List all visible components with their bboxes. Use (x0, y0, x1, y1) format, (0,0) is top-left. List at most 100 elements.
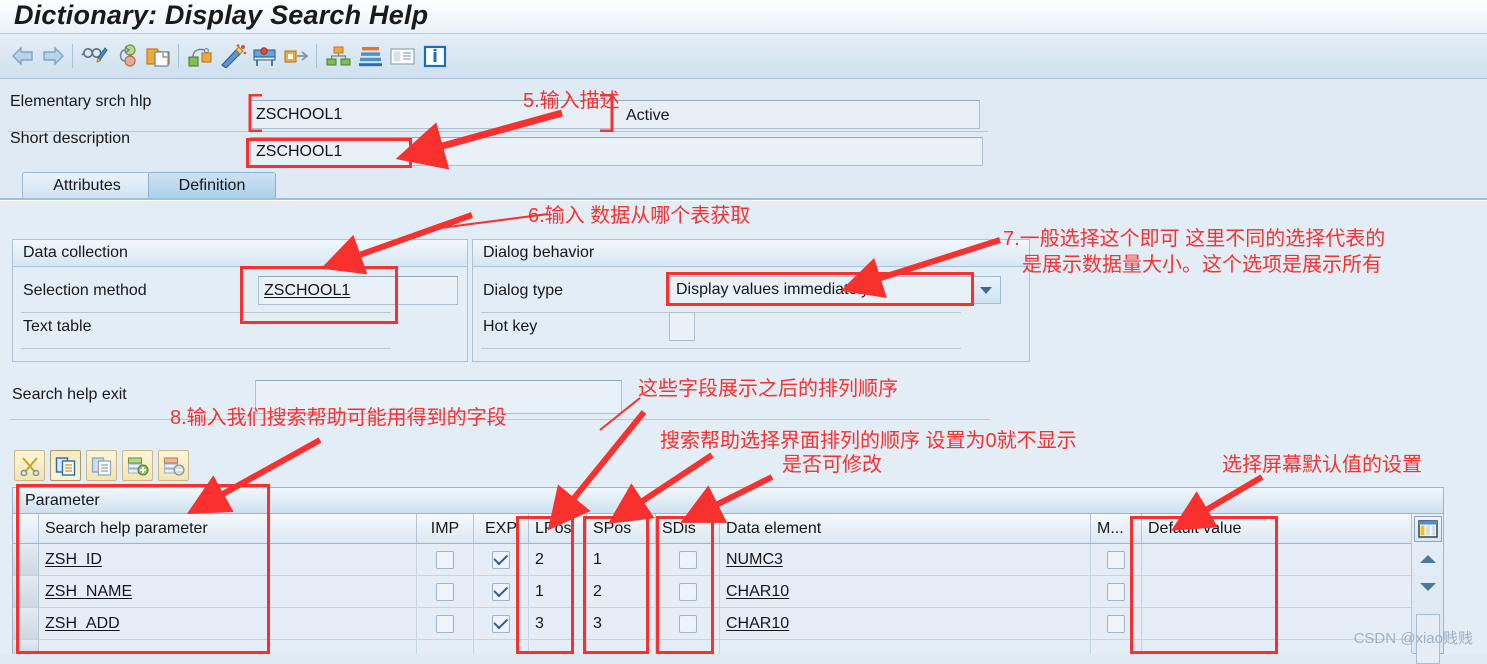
row-select-button[interactable] (13, 576, 39, 607)
column-header-default-value[interactable]: Default value (1142, 514, 1413, 543)
sdis-checkbox[interactable] (678, 614, 697, 633)
hot-key-input[interactable] (669, 312, 695, 341)
append-icon[interactable] (356, 41, 386, 71)
cell-default-value[interactable] (1142, 544, 1413, 575)
cell-imp[interactable] (417, 640, 474, 654)
cell-spos[interactable] (587, 640, 656, 654)
tab-attributes-label: Attributes (53, 177, 121, 194)
column-header-exp[interactable]: EXP (474, 514, 529, 543)
cell-spos[interactable]: 2 (587, 576, 656, 607)
delete-row-button[interactable] (158, 450, 189, 481)
cut-button[interactable] (14, 450, 45, 481)
documentation-icon[interactable] (388, 41, 418, 71)
cell-m[interactable] (1091, 544, 1142, 575)
copy-button[interactable] (50, 450, 81, 481)
cell-exp[interactable] (474, 576, 529, 607)
column-header-sdis[interactable]: SDis (656, 514, 720, 543)
cell-exp[interactable] (474, 608, 529, 639)
cell-imp[interactable] (417, 576, 474, 607)
forward-arrow-icon[interactable] (38, 41, 68, 71)
scroll-down-icon (1420, 583, 1436, 591)
where-used-list-icon[interactable] (112, 41, 142, 71)
cell-search-help-parameter[interactable]: ZSH_ID (39, 544, 417, 575)
row-select-button[interactable] (13, 608, 39, 639)
sdis-checkbox[interactable] (678, 550, 697, 569)
cell-exp[interactable] (474, 640, 529, 654)
cell-sdis[interactable] (656, 640, 720, 654)
cell-lpos[interactable] (529, 640, 587, 654)
dialog-type-value: Display values immediately (676, 281, 869, 298)
cell-search-help-parameter[interactable]: ZSH_ADD (39, 608, 417, 639)
information-icon[interactable] (420, 41, 450, 71)
cell-imp[interactable] (417, 608, 474, 639)
check-icon[interactable] (218, 41, 248, 71)
cell-m[interactable] (1091, 608, 1142, 639)
table-row: ZSH_ID 2 1 NUMC3 (13, 544, 1443, 576)
cell-search-help-parameter[interactable] (39, 640, 417, 654)
search-help-exit-input[interactable] (255, 380, 622, 414)
column-header-search-help-parameter[interactable]: Search help parameter (39, 514, 417, 543)
cell-exp[interactable] (474, 544, 529, 575)
column-select-all[interactable] (13, 514, 39, 543)
test-icon[interactable] (250, 41, 280, 71)
cell-sdis[interactable] (656, 608, 720, 639)
display-change-icon[interactable] (80, 41, 110, 71)
exp-checkbox[interactable] (492, 550, 510, 569)
m-checkbox[interactable] (1107, 614, 1125, 633)
elementary-srch-hlp-input[interactable]: ZSCHOOL1 (250, 100, 980, 129)
cell-m[interactable] (1091, 576, 1142, 607)
cell-data-element[interactable]: CHAR10 (720, 608, 1091, 639)
row-select-button[interactable] (13, 544, 39, 575)
cell-m[interactable] (1091, 640, 1142, 654)
activate-icon[interactable] (186, 41, 216, 71)
dialog-type-combo[interactable]: Display values immediately (669, 276, 972, 304)
search-help-exit-label: Search help exit (12, 386, 127, 403)
selection-method-input[interactable]: ZSCHOOL1 (258, 276, 458, 305)
scroll-up-button[interactable] (1414, 546, 1442, 572)
m-checkbox[interactable] (1107, 582, 1125, 601)
cell-data-element[interactable]: NUMC3 (720, 544, 1091, 575)
cell-data-element[interactable] (720, 640, 1091, 654)
column-header-imp[interactable]: IMP (417, 514, 474, 543)
search-help-exit-divider (10, 419, 990, 420)
dialog-type-dropdown-button[interactable] (971, 276, 1001, 304)
table-settings-button[interactable] (1414, 516, 1442, 542)
m-checkbox[interactable] (1107, 550, 1125, 569)
selection-method-value: ZSCHOOL1 (264, 281, 351, 299)
column-header-spos[interactable]: SPos (587, 514, 656, 543)
imp-checkbox[interactable] (436, 614, 454, 633)
table-row: ZSH_NAME 1 2 CHAR10 (13, 576, 1443, 608)
cell-data-element[interactable]: CHAR10 (720, 576, 1091, 607)
exp-checkbox[interactable] (492, 582, 510, 601)
imp-checkbox[interactable] (436, 550, 454, 569)
cell-imp[interactable] (417, 544, 474, 575)
back-arrow-icon[interactable] (8, 41, 38, 71)
insert-row-button[interactable] (122, 450, 153, 481)
column-header-m[interactable]: M... (1091, 514, 1142, 543)
cell-spos[interactable]: 3 (587, 608, 656, 639)
imp-checkbox[interactable] (436, 582, 454, 601)
copy-object-icon[interactable] (144, 41, 174, 71)
runtime-object-icon[interactable] (282, 41, 312, 71)
column-header-data-element[interactable]: Data element (720, 514, 1091, 543)
sdis-checkbox[interactable] (678, 582, 697, 601)
exp-checkbox[interactable] (492, 614, 510, 633)
hierarchy-icon[interactable] (324, 41, 354, 71)
tab-definition[interactable]: Definition (148, 172, 276, 200)
tab-attributes[interactable]: Attributes (22, 172, 152, 200)
short-description-input[interactable]: ZSCHOOL1 (250, 137, 983, 166)
cell-lpos[interactable]: 2 (529, 544, 587, 575)
cell-lpos[interactable]: 3 (529, 608, 587, 639)
cell-search-help-parameter[interactable]: ZSH_NAME (39, 576, 417, 607)
cell-sdis[interactable] (656, 576, 720, 607)
row-select-button[interactable] (13, 640, 39, 654)
data-element-value: NUMC3 (726, 550, 783, 568)
scroll-down-button[interactable] (1414, 574, 1442, 600)
paste-button[interactable] (86, 450, 117, 481)
cell-default-value[interactable] (1142, 576, 1413, 607)
cell-spos[interactable]: 1 (587, 544, 656, 575)
cell-lpos[interactable]: 1 (529, 576, 587, 607)
selection-method-label: Selection method (23, 282, 147, 299)
column-header-lpos[interactable]: LPos (529, 514, 587, 543)
cell-sdis[interactable] (656, 544, 720, 575)
